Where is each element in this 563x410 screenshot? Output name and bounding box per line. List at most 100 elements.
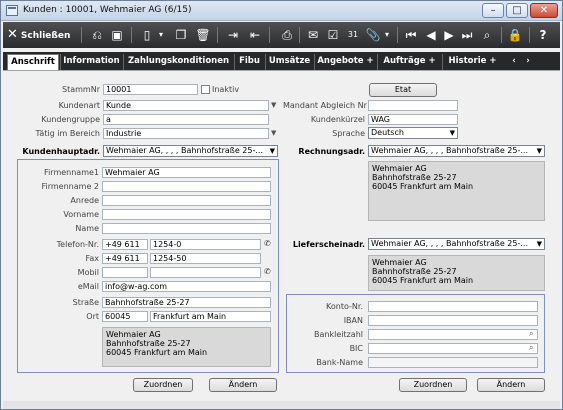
lieferadr-summary: Wehmaier AG Bahnhofstraße 25-27 60045 Fr…	[368, 255, 545, 291]
calendar-icon[interactable]: 31	[345, 27, 361, 43]
title-bar: Kunden : 10001, Wehmaier AG (6/15) – □ ✕	[1, 1, 562, 21]
blz-label: Bankleitzahl	[314, 330, 363, 339]
email-field[interactable]: info@w-ag.com	[102, 281, 271, 292]
tab-scroll-left-icon[interactable]: ‹	[507, 54, 521, 70]
strasse-field[interactable]: Bahnhofstraße 25-27	[102, 297, 271, 308]
iban-field[interactable]	[368, 315, 538, 326]
bereich-label: Tätig im Bereich	[35, 129, 100, 138]
toolbar-separator	[501, 27, 502, 43]
bankname-label: Bank-Name	[316, 358, 363, 367]
sprache-select[interactable]: Deutsch ▼	[368, 127, 458, 139]
ort-field[interactable]: Frankfurt am Main	[150, 311, 271, 322]
tab-fibu[interactable]: Fibu	[234, 54, 264, 70]
tab-anschrift[interactable]: Anschrift	[7, 54, 59, 70]
plz-field[interactable]: 60045	[102, 311, 148, 322]
rechnungsadr-select[interactable]: Wehmaier AG, , , , Bahnhofstraße 25-... ▼	[368, 145, 545, 157]
tab-zahlungskonditionen[interactable]: Zahlungskonditionen	[123, 54, 233, 70]
lieferadr-select[interactable]: Wehmaier AG, , , , Bahnhofstraße 25-... ▼	[368, 238, 545, 250]
first-record-icon[interactable]: ⏮	[403, 27, 419, 43]
bank-aendern-button[interactable]: Ändern	[477, 378, 545, 392]
chevron-down-icon: ▼	[536, 147, 542, 155]
tab-umsaetze[interactable]: Umsätze	[265, 54, 313, 70]
konto-field[interactable]	[368, 301, 538, 312]
export-icon[interactable]: ⇤	[247, 27, 263, 43]
search-icon[interactable]: ⌕	[479, 27, 495, 43]
strasse-label: Straße	[72, 298, 99, 307]
name-field[interactable]	[102, 223, 271, 234]
close-button[interactable]: ✕ Schließen	[7, 26, 70, 44]
konto-label: Konto-Nr.	[326, 302, 363, 311]
etat-button[interactable]: Etat	[369, 83, 437, 97]
blz-field[interactable]	[368, 329, 538, 340]
kundenart-label: Kundenart	[58, 101, 100, 110]
save-icon[interactable]: ▣	[109, 27, 125, 43]
hauptadr-zuordnen-button[interactable]: Zuordnen	[133, 378, 193, 392]
tab-historie[interactable]: Historie +	[442, 54, 502, 70]
mobil-label: Mobil	[77, 268, 99, 277]
vorname-field[interactable]	[102, 209, 271, 220]
search-icon[interactable]: ⌕	[529, 343, 533, 353]
tab-auftraege[interactable]: Aufträge +	[377, 54, 441, 70]
toolbar-separator	[217, 27, 218, 43]
bic-label: BIC	[349, 344, 363, 353]
toolbar-separator	[397, 27, 398, 43]
search-icon[interactable]: ⌕	[529, 329, 533, 339]
app-icon	[6, 5, 18, 16]
firmenname2-field[interactable]	[102, 181, 271, 192]
next-record-icon[interactable]: ▶	[441, 27, 457, 43]
firmenname1-field[interactable]: Wehmaier AG	[102, 167, 271, 178]
x-icon: ✕	[7, 27, 18, 42]
window-title: Kunden : 10001, Wehmaier AG (6/15)	[23, 5, 192, 15]
attachment-dropdown-icon[interactable]: ▾	[379, 27, 395, 43]
kundenart-field[interactable]: Kunde	[103, 100, 269, 111]
print-icon[interactable]: ⎙	[279, 27, 295, 43]
import-icon[interactable]: ⇥	[225, 27, 241, 43]
tab-scroll-right-icon[interactable]: ›	[521, 54, 535, 70]
anschrift-content: StammNr 10001 Inaktiv Etat Kundenart Kun…	[3, 70, 560, 408]
stammnr-field[interactable]: 10001	[103, 84, 198, 95]
email-label: eMail	[77, 282, 99, 291]
fax-vorwahl-field[interactable]: +49 611	[102, 253, 148, 264]
kundenart-dropdown-icon[interactable]: ▼	[271, 101, 276, 109]
lock-icon[interactable]: 🔒	[507, 27, 523, 43]
fax-nr-field[interactable]: 1254-50	[150, 253, 261, 264]
new-dropdown-icon[interactable]: ▾	[153, 27, 169, 43]
bic-field[interactable]	[368, 343, 538, 354]
kundengruppe-label: Kundengruppe	[41, 115, 100, 124]
anrede-field[interactable]	[102, 195, 271, 206]
inaktiv-checkbox[interactable]	[201, 85, 210, 94]
delete-icon[interactable]: 🗑	[195, 27, 211, 43]
kundengruppe-field[interactable]: a	[103, 114, 269, 125]
telefon-label: Telefon-Nr.	[56, 240, 99, 249]
firmenname2-label: Firmenname 2	[41, 182, 100, 191]
minimize-button[interactable]: –	[482, 3, 504, 18]
telefon-vorwahl-field[interactable]: +49 611	[102, 239, 148, 250]
mail-icon[interactable]: ✉	[305, 27, 321, 43]
help-icon[interactable]: ?	[535, 27, 551, 43]
phone-icon[interactable]: ✆	[264, 267, 271, 276]
mandant-field[interactable]	[368, 100, 458, 111]
tab-angebote[interactable]: Angebote +	[314, 54, 376, 70]
mobil-nr-field[interactable]	[150, 267, 261, 278]
kundenkuerzel-field[interactable]: WAG	[368, 114, 458, 125]
bereich-field[interactable]: Industrie	[103, 128, 269, 139]
hauptadr-aendern-button[interactable]: Ändern	[209, 378, 277, 392]
status-bar	[3, 401, 560, 409]
tab-information[interactable]: Information	[60, 54, 122, 70]
phone-icon[interactable]: ✆	[264, 239, 271, 248]
last-record-icon[interactable]: ⏭	[459, 27, 475, 43]
previous-record-icon[interactable]: ◀	[423, 27, 439, 43]
maximize-button[interactable]: □	[506, 3, 528, 18]
hauptadr-select[interactable]: Wehmaier AG, , , , Bahnhofstraße 25-... ▼	[103, 145, 278, 157]
task-check-icon[interactable]: ☑	[325, 27, 341, 43]
close-window-button[interactable]: ✕	[530, 3, 558, 18]
kundenkuerzel-label: Kundenkürzel	[310, 115, 365, 124]
copy-icon[interactable]: ❐	[173, 27, 189, 43]
telefon-nr-field[interactable]: 1254-0	[150, 239, 261, 250]
chevron-down-icon: ▼	[269, 147, 275, 155]
undo-record-icon[interactable]: ⎌	[89, 27, 105, 43]
bereich-dropdown-icon[interactable]: ▼	[271, 129, 276, 137]
mobil-vorwahl-field[interactable]	[102, 267, 148, 278]
bank-zuordnen-button[interactable]: Zuordnen	[399, 378, 467, 392]
iban-label: IBAN	[343, 316, 363, 325]
